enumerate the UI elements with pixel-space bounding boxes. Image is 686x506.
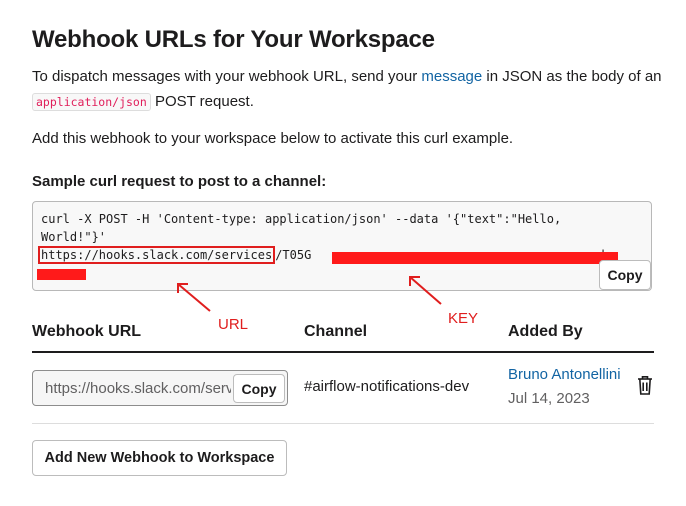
webhook-url-highlight: https://hooks.slack.com/services: [38, 246, 276, 264]
table-header-divider: [32, 351, 654, 353]
table-row-divider: [32, 423, 654, 424]
sample-request-label: Sample curl request to post to a channel…: [32, 173, 327, 190]
curl-line-1: curl -X POST -H 'Content-type: applicati…: [41, 212, 562, 226]
added-date: Jul 14, 2023: [508, 390, 590, 407]
content-type-code: application/json: [32, 93, 151, 111]
copy-webhook-url-button[interactable]: Copy: [233, 374, 285, 403]
description-text: To dispatch messages with your webhook U…: [32, 68, 422, 85]
webhook-key-start: /T05G: [275, 248, 312, 262]
activation-note: Add this webhook to your workspace below…: [32, 130, 514, 147]
webhook-settings-page: Webhook URLs for Your Workspace To dispa…: [0, 0, 686, 506]
page-description: To dispatch messages with your webhook U…: [32, 64, 662, 115]
column-header-channel: Channel: [304, 323, 368, 340]
url-annotation: URL: [218, 316, 249, 333]
key-annotation: KEY: [448, 310, 479, 327]
trash-icon[interactable]: [636, 374, 654, 396]
add-webhook-button[interactable]: Add New Webhook to Workspace: [32, 440, 287, 476]
added-by-user-link[interactable]: Bruno Antonellini: [508, 366, 621, 383]
message-link[interactable]: message: [421, 68, 482, 85]
webhook-url-value: https://hooks.slack.com/services/T05G: [45, 380, 231, 397]
curl-code-block: curl -X POST -H 'Content-type: applicati…: [32, 201, 652, 291]
description-text-3: POST request.: [150, 93, 254, 110]
page-title: Webhook URLs for Your Workspace: [32, 26, 435, 53]
webhook-url-field[interactable]: https://hooks.slack.com/services/T05G Co…: [32, 370, 288, 406]
copy-curl-button[interactable]: Copy: [599, 260, 651, 290]
redaction-bar: [332, 252, 618, 264]
description-text-2: in JSON as the body of an: [482, 68, 662, 85]
channel-name: #airflow-notifications-dev: [304, 378, 470, 395]
curl-line-2: World!"}': [41, 230, 107, 244]
redaction-bar: [37, 269, 86, 280]
column-header-webhook-url: Webhook URL: [32, 323, 142, 340]
column-header-added-by: Added By: [508, 323, 583, 340]
